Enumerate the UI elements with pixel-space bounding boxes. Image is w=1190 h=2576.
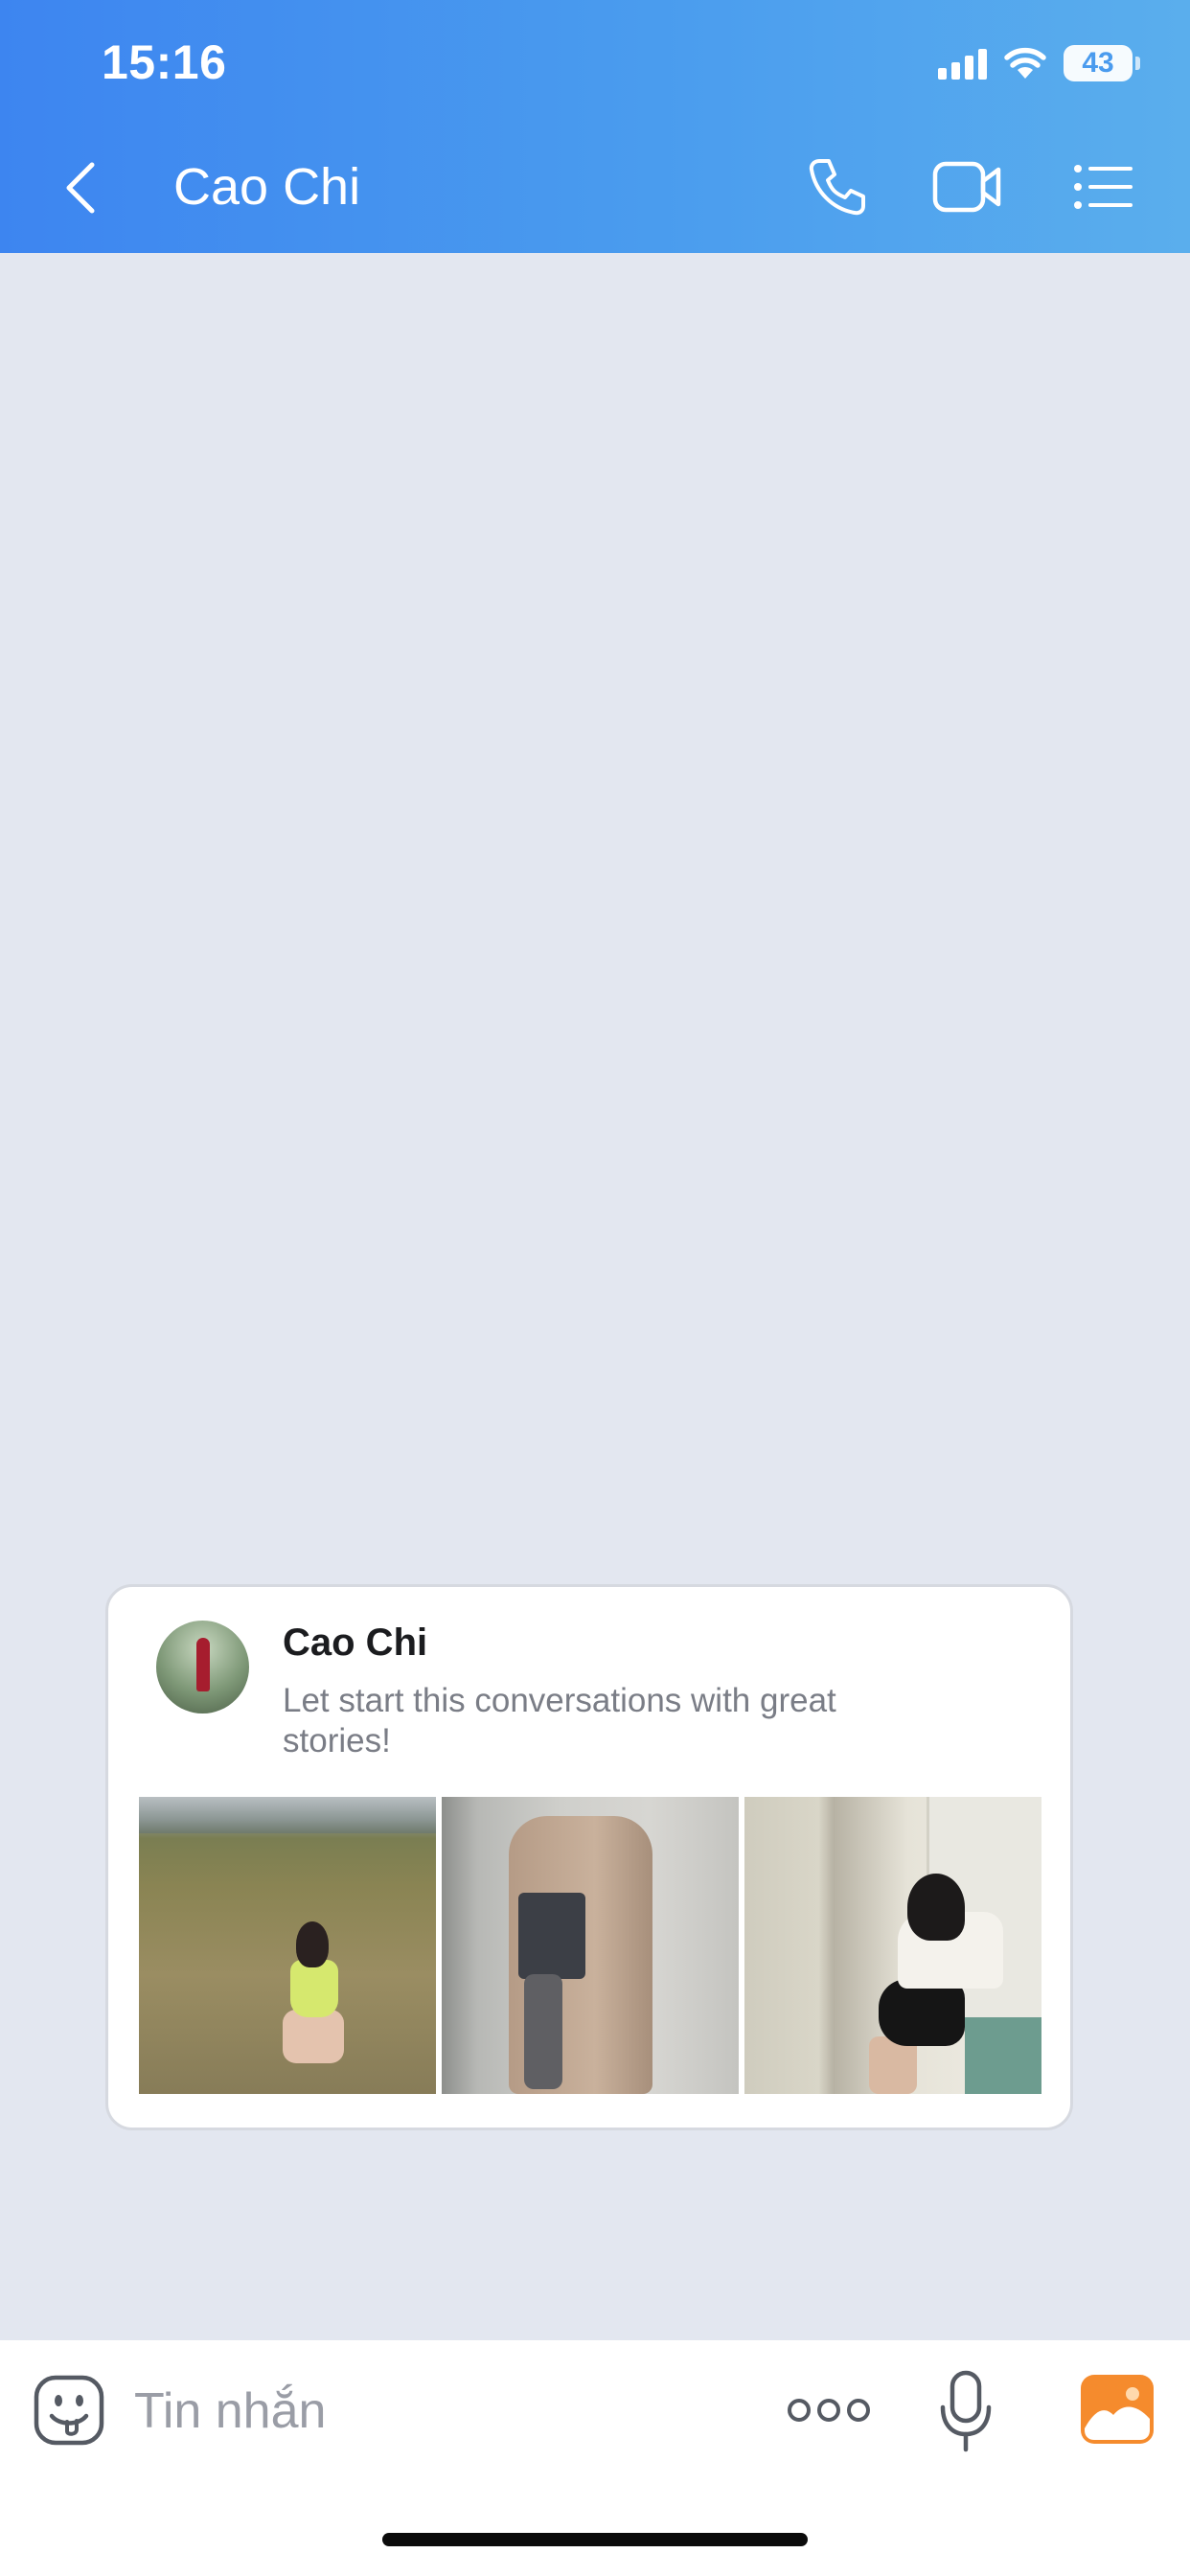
video-call-button[interactable]: [929, 153, 1006, 220]
story-photo-2[interactable]: [442, 1797, 739, 2094]
signal-icon: [938, 47, 987, 80]
microphone-icon: [940, 2370, 992, 2452]
battery-level: 43: [1082, 47, 1114, 79]
status-icons: 43: [938, 42, 1140, 84]
sticker-button[interactable]: [33, 2374, 105, 2447]
list-menu-icon: [1074, 165, 1133, 209]
more-dots-icon: [788, 2399, 870, 2422]
photo-gallery-button[interactable]: [1079, 2373, 1156, 2446]
video-camera-icon: [932, 161, 1001, 213]
status-time: 15:16: [102, 35, 227, 89]
phone-icon: [809, 159, 865, 216]
message-input[interactable]: [134, 2380, 728, 2442]
conversation-menu-button[interactable]: [1065, 153, 1142, 220]
chevron-left-icon: [66, 162, 95, 214]
more-options-button[interactable]: [786, 2386, 872, 2434]
battery-icon: 43: [1064, 45, 1140, 81]
avatar[interactable]: [156, 1621, 249, 1714]
card-message: Let start this conversations with great …: [283, 1682, 836, 1760]
voice-message-button[interactable]: [937, 2369, 995, 2455]
card-name: Cao Chi: [283, 1622, 428, 1664]
intro-card: Cao Chi Let start this conversations wit…: [105, 1584, 1073, 2130]
gallery-icon: [1081, 2375, 1154, 2444]
chat-screen: 15:16 43 Cao Chi Cao Chi Let start this …: [0, 0, 1190, 2576]
chat-header: 15:16 43 Cao Chi: [0, 0, 1190, 253]
chat-title[interactable]: Cao Chi: [173, 157, 360, 217]
sticker-icon: [34, 2375, 104, 2446]
back-button[interactable]: [57, 157, 105, 218]
voice-call-button[interactable]: [799, 153, 876, 220]
wifi-icon: [1004, 47, 1046, 79]
story-photos: [139, 1797, 1041, 2094]
home-indicator: [382, 2533, 808, 2546]
story-photo-3[interactable]: [744, 1797, 1041, 2094]
story-photo-1[interactable]: [139, 1797, 436, 2094]
